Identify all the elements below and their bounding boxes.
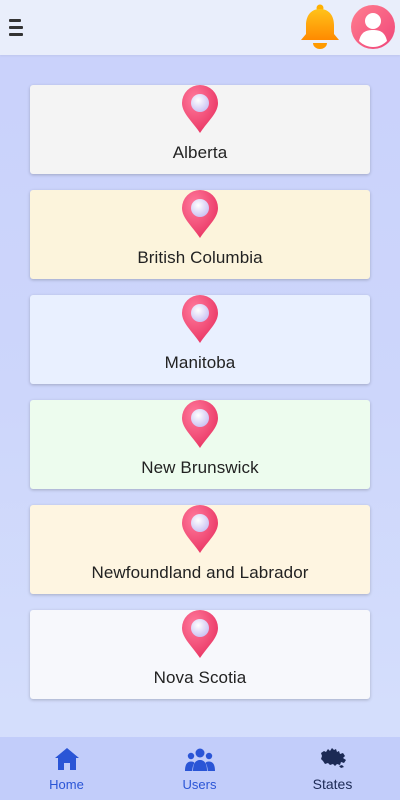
province-card[interactable]: Alberta [30,85,370,174]
province-card[interactable]: Manitoba [30,295,370,384]
nav-users[interactable]: Users [133,737,266,800]
nav-users-label: Users [182,777,217,792]
province-card[interactable]: British Columbia [30,190,370,279]
location-pin-icon [182,400,218,448]
nav-states[interactable]: States [266,737,399,800]
bell-icon[interactable] [298,3,342,51]
nav-states-label: States [312,776,353,792]
nav-home[interactable]: Home [0,737,133,800]
location-pin-icon [182,295,218,343]
nav-home-label: Home [49,777,84,792]
top-app-bar [0,0,400,55]
users-icon [184,748,215,771]
canada-map-icon [320,748,346,768]
province-list: Alberta British Columbia Manitoba New Br… [30,85,370,715]
home-icon [54,748,79,770]
location-pin-icon [182,85,218,133]
hamburger-menu-icon[interactable] [9,17,23,37]
province-name: New Brunswick [141,458,259,477]
province-card[interactable]: New Brunswick [30,400,370,489]
user-avatar-icon[interactable] [350,4,396,50]
location-pin-icon [182,505,218,553]
location-pin-icon [182,610,218,658]
province-name: Manitoba [164,353,236,372]
province-name: Nova Scotia [153,668,247,687]
province-card[interactable]: Newfoundland and Labrador [30,505,370,594]
province-name: British Columbia [137,248,263,267]
province-card[interactable]: Nova Scotia [30,610,370,699]
province-name: Alberta [172,143,228,162]
bottom-navigation: Home Users States [0,737,400,800]
province-name: Newfoundland and Labrador [91,563,309,582]
location-pin-icon [182,190,218,238]
